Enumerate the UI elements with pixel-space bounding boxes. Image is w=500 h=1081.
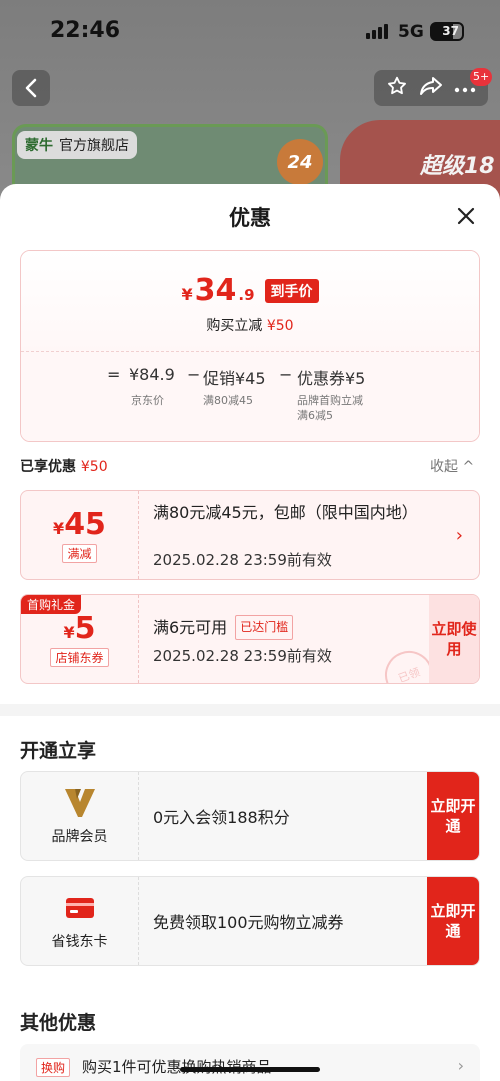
close-button[interactable]: [454, 204, 478, 228]
promo-label: 满80减45: [203, 394, 253, 407]
status-bar: 22:46 5G 37: [0, 0, 500, 64]
discount-sheet: 优惠 ¥ 34 .9 到手价 购买立减 ¥50 = ¥84.9 京东价 − 促销…: [0, 184, 500, 1081]
membership-row[interactable]: 品牌会员 0元入会领188积分 立即开通: [20, 771, 480, 861]
chevron-right-icon[interactable]: ›: [456, 525, 463, 546]
promo-banner-text: 超级18: [420, 154, 495, 179]
open-now-button[interactable]: 立即开通: [427, 877, 479, 965]
jd-price: ¥84.9: [129, 365, 175, 384]
chevron-right-icon[interactable]: ›: [458, 1056, 464, 1075]
final-price: ¥ 34 .9 到手价: [21, 273, 479, 308]
enjoyed-discount: 已享优惠 ¥50: [20, 456, 108, 476]
price-integer: 34: [194, 273, 237, 308]
saving-card-row[interactable]: 省钱东卡 免费领取100元购物立减券 立即开通: [20, 876, 480, 966]
brand-logo: 蒙牛: [25, 138, 53, 154]
saving-card-label: 省钱东卡: [51, 934, 108, 950]
days-value: 24: [287, 151, 313, 173]
coupon-amount: 优惠券¥5: [297, 369, 366, 388]
final-price-tag: 到手价: [264, 278, 319, 303]
days-badge: 24: [277, 139, 323, 185]
chevron-left-icon: [25, 78, 37, 98]
section-title: 开通立享: [20, 740, 97, 762]
network-type: 5G: [398, 22, 424, 42]
saving-card-badge: 省钱东卡: [21, 877, 139, 965]
coupon-expiry: 2025.02.28 23:59前有效: [153, 647, 332, 665]
home-indicator[interactable]: [180, 1067, 320, 1072]
collapse-toggle[interactable]: 收起 ^: [430, 456, 474, 476]
section-title: 其他优惠: [20, 1012, 97, 1034]
exchange-offer-row[interactable]: 换购 购买1件可优惠换购热销商品 ›: [20, 1044, 480, 1081]
price-decimal: .9: [238, 286, 255, 304]
first-purchase-tag: 首购礼金: [21, 595, 82, 614]
coupon-amount: ¥ 5: [63, 611, 95, 646]
close-icon: [457, 207, 475, 225]
exchange-tag: 换购: [36, 1058, 71, 1077]
coupon-card[interactable]: ¥ 5 店铺东券 首购礼金 满6元可用 已达门槛 2025.02.28 23:59…: [20, 594, 480, 684]
currency-symbol: ¥: [63, 623, 75, 642]
brand-member-icon: [63, 786, 97, 820]
sheet-title: 优惠: [229, 206, 271, 230]
coupon-description: 满80元减45元，包邮（限中国内地）: [153, 503, 418, 522]
coupon-type-tag: 满减: [62, 544, 97, 563]
minus-sign: −: [187, 365, 201, 384]
membership-offer: 0元入会领188积分: [153, 808, 290, 827]
coupon-card[interactable]: ¥ 45 满减 满80元减45元，包邮（限中国内地） 2025.02.28 23…: [20, 490, 480, 580]
coupon-amount: ¥ 45: [53, 507, 106, 542]
saving-card-offer: 免费领取100元购物立减券: [153, 913, 344, 932]
equals-sign: =: [107, 365, 121, 384]
share-icon[interactable]: [419, 75, 443, 101]
threshold-reached-tag: 已达门槛: [235, 615, 294, 640]
minus-sign: −: [279, 365, 293, 384]
coupon-description: 满6元可用 已达门槛: [153, 615, 413, 640]
status-time: 22:46: [50, 18, 121, 43]
currency-symbol: ¥: [53, 519, 65, 538]
use-now-button[interactable]: 立即使用: [429, 595, 479, 683]
discount-label: 购买立减: [206, 318, 263, 334]
section-divider: [0, 704, 500, 716]
coupon-expiry: 2025.02.28 23:59前有效: [153, 551, 332, 569]
price-breakdown: ¥ 34 .9 到手价 购买立减 ¥50 = ¥84.9 京东价 − 促销¥45…: [20, 250, 480, 442]
coupon-value: ¥ 45 满减: [21, 491, 139, 579]
battery-level: 37: [442, 24, 459, 38]
card-icon: [65, 891, 95, 925]
coupon-type-tag: 店铺东券: [50, 648, 109, 667]
membership-badge: 品牌会员: [21, 772, 139, 860]
enjoyed-label: 已享优惠: [20, 459, 76, 475]
coupon-condition: 满6元可用: [153, 618, 228, 637]
message-badge: 5+: [470, 68, 493, 86]
discount-amount: ¥50: [266, 318, 294, 334]
amount-number: 45: [64, 507, 106, 542]
open-now-button[interactable]: 立即开通: [427, 772, 479, 860]
store-header: 蒙牛 官方旗舰店: [17, 131, 137, 159]
back-button[interactable]: [12, 70, 50, 106]
membership-label: 品牌会员: [51, 829, 108, 845]
enjoyed-amount: ¥50: [80, 459, 108, 475]
promo-amount: 促销¥45: [203, 369, 266, 388]
store-name: 官方旗舰店: [59, 138, 129, 154]
currency-symbol: ¥: [181, 285, 193, 304]
signal-icon: [366, 24, 388, 39]
battery-icon: 37: [430, 22, 464, 41]
amount-number: 5: [74, 611, 96, 646]
divider: [21, 351, 479, 352]
star-icon[interactable]: [386, 75, 408, 101]
coupon-label-2: 满6减5: [297, 409, 333, 422]
discount-summary: 购买立减 ¥50: [21, 315, 479, 335]
coupon-label-1: 品牌首购立减: [297, 394, 363, 407]
jd-price-label: 京东价: [131, 394, 164, 407]
